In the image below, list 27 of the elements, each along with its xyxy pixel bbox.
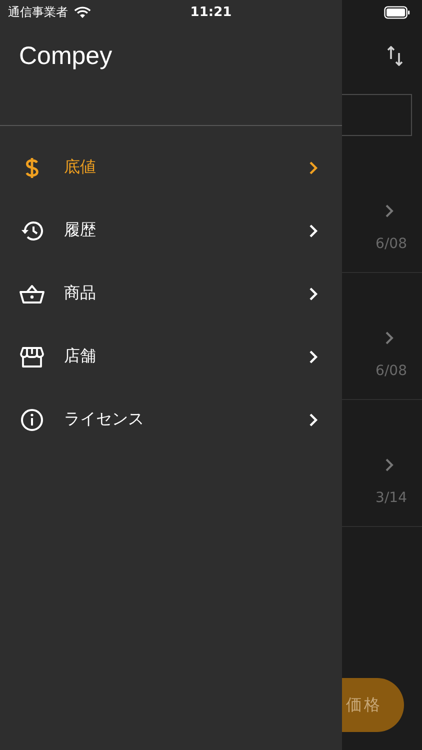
sort-icon[interactable]	[387, 46, 403, 66]
history-icon	[20, 220, 44, 242]
clock-time: 11:21	[190, 4, 232, 20]
chevron-icon	[385, 204, 394, 218]
chevron-icon	[385, 331, 394, 345]
app-title: Compey	[19, 42, 112, 70]
row-date: 3/14	[376, 490, 407, 506]
chevron-icon	[309, 412, 318, 426]
chevron-icon	[309, 224, 318, 238]
row-date: 6/08	[376, 363, 407, 379]
chevron-icon	[309, 286, 318, 300]
row-date: 6/08	[376, 236, 407, 252]
menu-item[interactable]: ライセンス	[0, 388, 342, 451]
menu-item[interactable]: 店舗	[0, 325, 342, 388]
store-icon	[20, 346, 44, 368]
menu-item[interactable]: 履歴	[0, 199, 342, 262]
dollar-icon	[25, 156, 39, 178]
wifi-icon	[74, 6, 91, 18]
menu-item[interactable]: 商品	[0, 262, 342, 325]
chevron-icon	[385, 458, 394, 472]
chevron-icon	[309, 350, 318, 364]
battery-icon	[384, 6, 410, 18]
chevron-icon	[309, 160, 318, 174]
menu-item[interactable]: 底値	[0, 136, 342, 199]
carrier-name: 通信事業者	[8, 4, 68, 20]
basket-icon	[19, 284, 45, 304]
info-icon	[20, 408, 44, 432]
